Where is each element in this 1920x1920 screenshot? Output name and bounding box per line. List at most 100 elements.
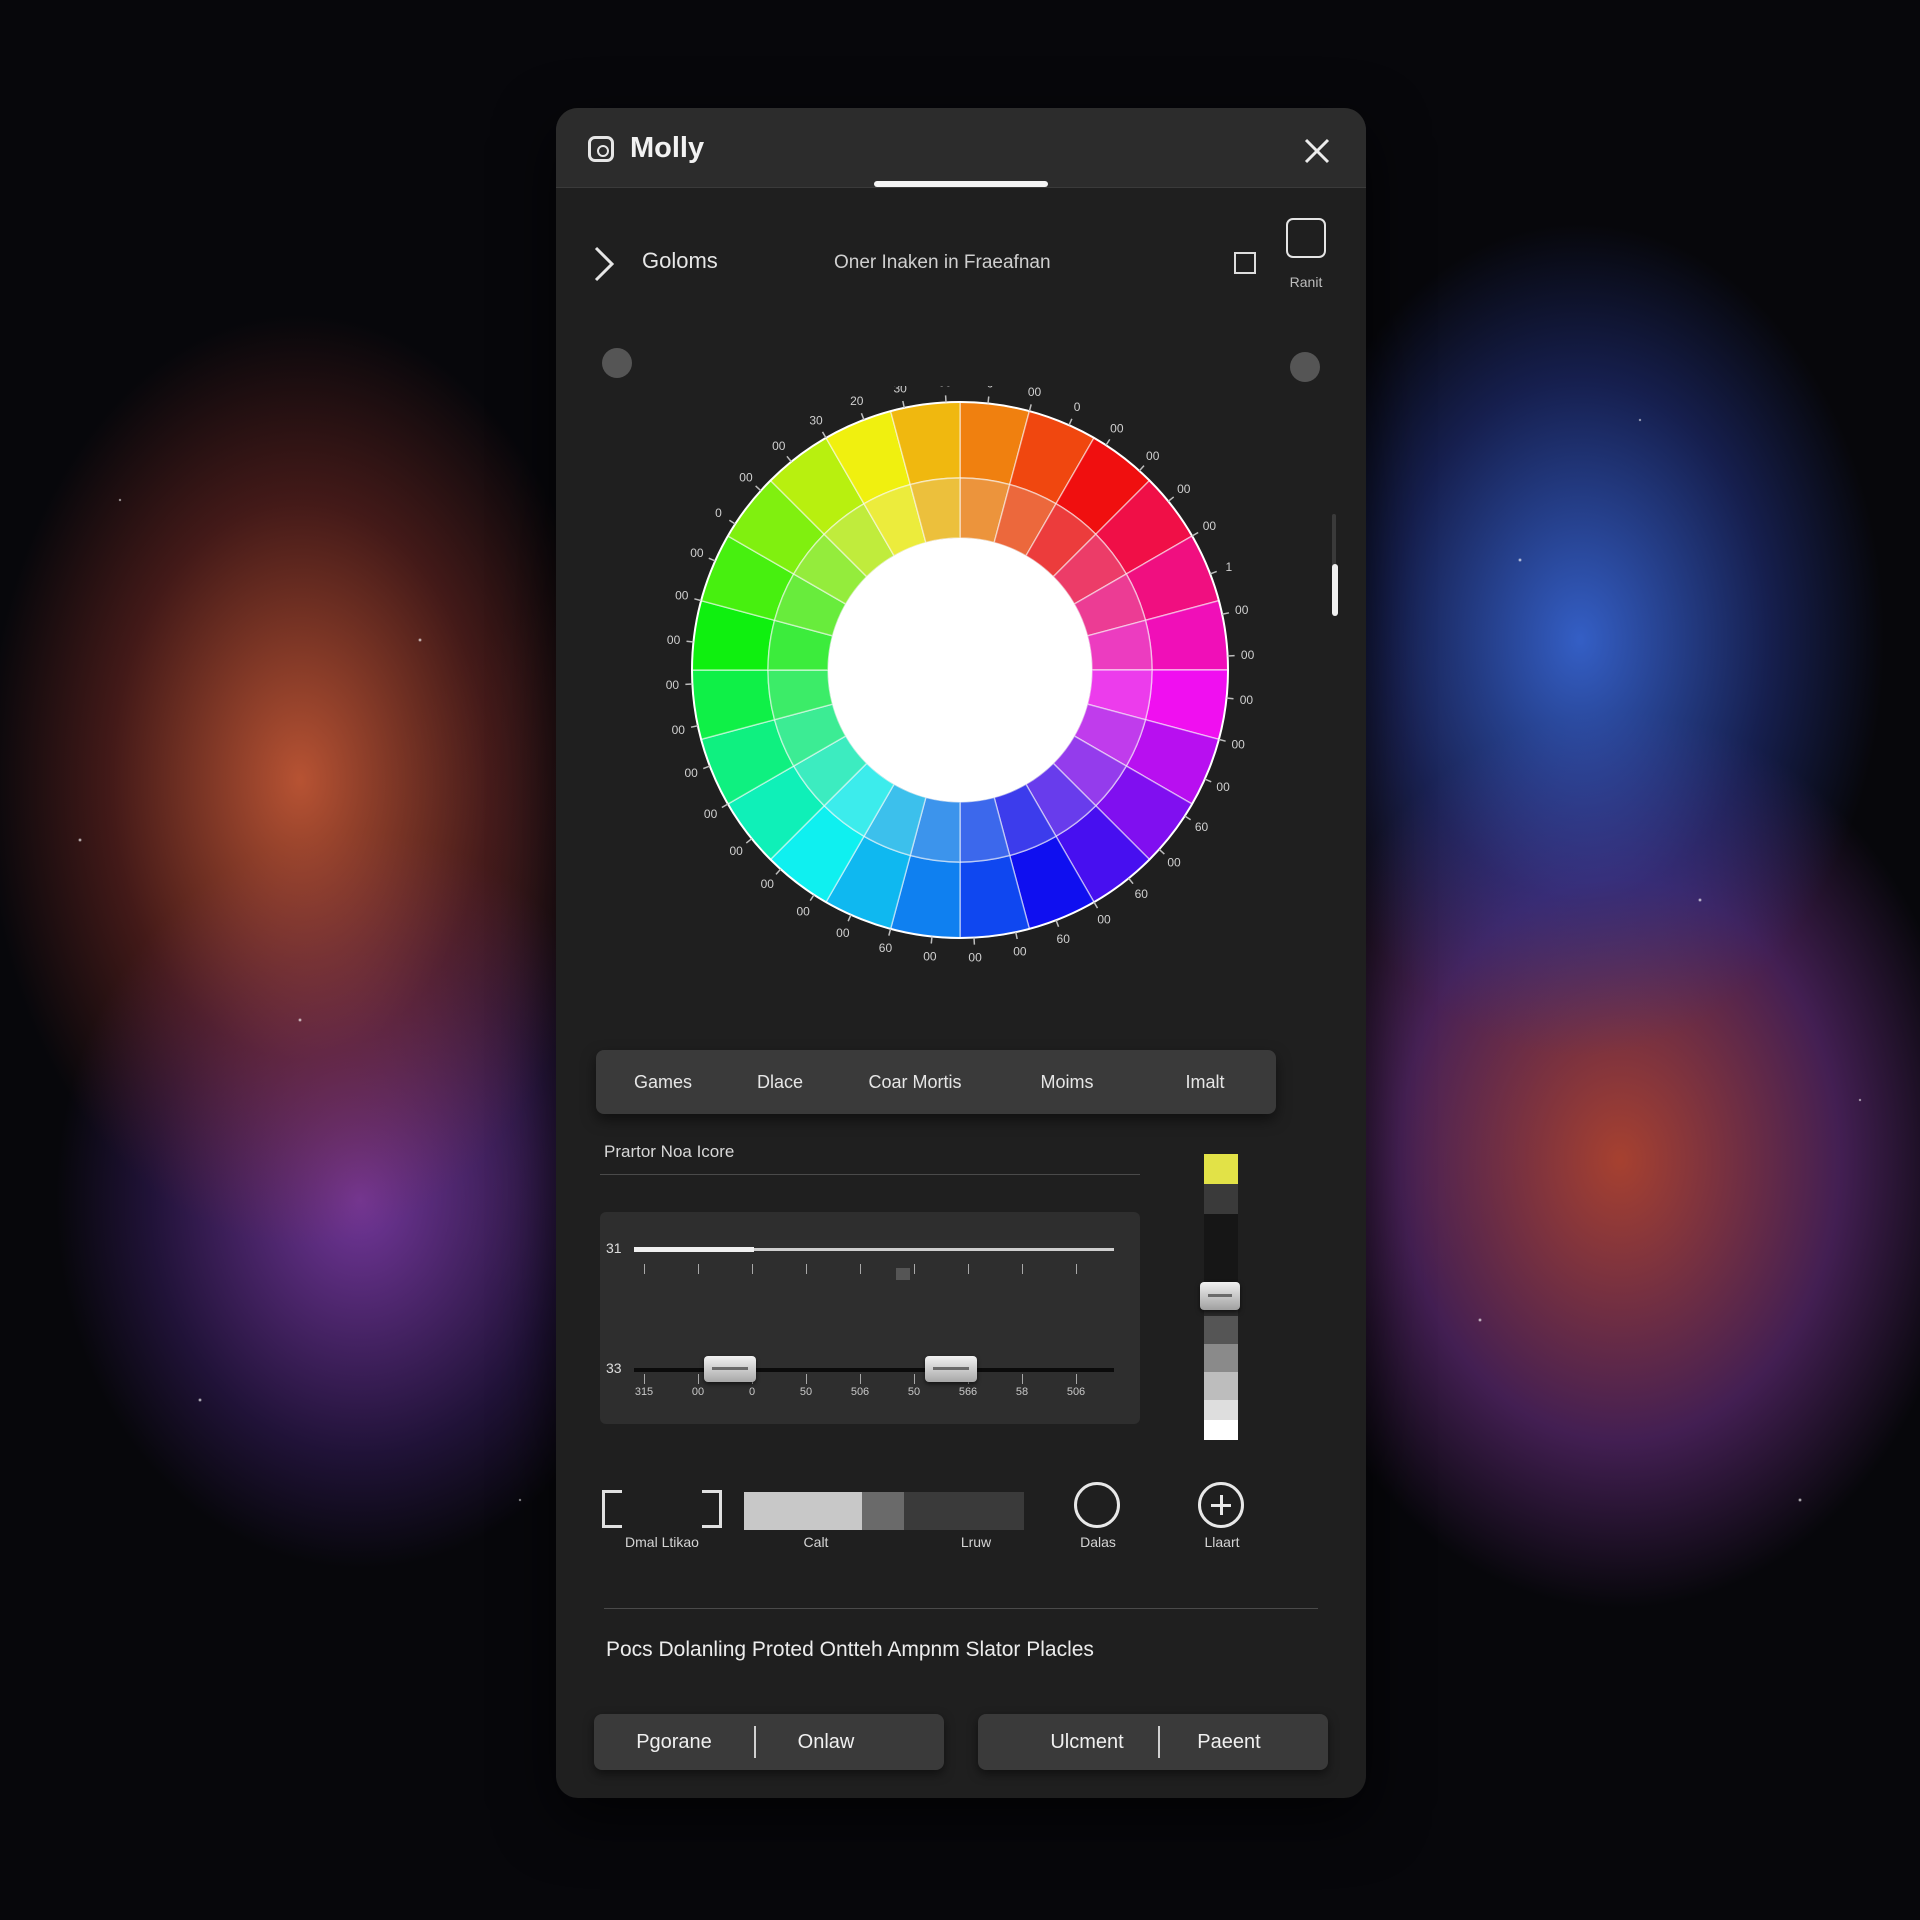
wheel-tick-label: 60 <box>1135 887 1149 901</box>
reset-label: Ranit <box>1289 274 1323 290</box>
wheel-tick-label: 00 <box>1167 856 1181 870</box>
wheel-tick-label: 30 <box>809 414 823 428</box>
row2-tick-label: 50 <box>799 1386 813 1398</box>
vertical-slider-knob[interactable] <box>1200 1282 1240 1310</box>
wheel-tick <box>745 838 753 844</box>
range-slider-knob-2[interactable] <box>924 1356 977 1382</box>
wheel-tick <box>888 928 892 936</box>
wheel-tick-label: 00 <box>1232 738 1246 752</box>
wheel-tick <box>690 724 699 728</box>
accent-swatch <box>1204 1154 1238 1184</box>
row2-tick-label: 0 <box>748 1386 756 1398</box>
left-bracket-icon[interactable] <box>602 1490 622 1528</box>
wheel-tick-label: 00 <box>1240 693 1254 707</box>
wheel-tick <box>1221 612 1230 616</box>
wheel-tick <box>1093 901 1099 909</box>
wheel-tick-label: 30 <box>893 386 907 395</box>
wheel-tick <box>1028 404 1032 412</box>
toggle-checkbox[interactable] <box>1234 252 1256 274</box>
row2-tick <box>1022 1374 1023 1384</box>
wheel-tick <box>728 519 736 525</box>
strip-segment <box>1204 1316 1238 1344</box>
row2-tick-label: 58 <box>1015 1386 1029 1398</box>
section-header-label[interactable]: Goloms <box>642 248 718 274</box>
tab-imalt[interactable]: Imalt <box>1134 1050 1276 1114</box>
bar-label-left: Calt <box>803 1534 829 1550</box>
footer-divider <box>604 1608 1318 1609</box>
wheel-tick <box>686 640 694 643</box>
scrollbar-thumb[interactable] <box>1332 564 1338 616</box>
wheel-tick-label: 00 <box>1028 386 1042 399</box>
wheel-tick <box>987 396 990 404</box>
row2-tick <box>914 1374 915 1384</box>
wheel-tick <box>902 400 906 409</box>
wheel-tick-label: 60 <box>879 941 893 955</box>
wheel-tick <box>809 894 815 902</box>
button-onlaw[interactable]: Onlaw <box>756 1714 896 1770</box>
wheel-tick <box>721 803 729 809</box>
wheel-tick <box>755 485 762 492</box>
plus-circle-icon[interactable] <box>1198 1482 1244 1528</box>
row2-label: 33 <box>606 1360 622 1376</box>
tab-coar-mortis[interactable]: Coar Mortis <box>830 1050 1000 1114</box>
row2-tick-label: 00 <box>691 1386 705 1398</box>
wheel-tick <box>1218 738 1226 742</box>
tone-gradient-bar[interactable] <box>744 1492 1024 1530</box>
row2-tick <box>860 1374 861 1384</box>
button-paeent[interactable]: Paeent <box>1160 1714 1298 1770</box>
header-subtitle: Oner Inaken in Fraeafnan <box>834 252 1051 273</box>
wheel-tick <box>821 431 827 439</box>
wheel-tick <box>1209 570 1218 575</box>
title-bar[interactable]: Molly <box>556 108 1366 188</box>
wheel-tick-label: 00 <box>1235 603 1249 617</box>
row2-tick-label: 506 <box>1066 1386 1086 1398</box>
chevron-right-icon[interactable] <box>592 244 616 284</box>
strip-segment <box>1204 1400 1238 1420</box>
row1-tick <box>1022 1264 1023 1274</box>
right-bracket-icon[interactable] <box>702 1490 722 1528</box>
wheel-tick-label: 00 <box>667 633 681 647</box>
row2-tick-label: 50 <box>907 1386 921 1398</box>
left-button-group: Pgorane Onlaw <box>594 1714 944 1770</box>
wheel-tick <box>1055 919 1060 928</box>
color-wheel[interactable]: 0000000000001000000000060006000600000006… <box>660 386 1260 1086</box>
button-pgorane[interactable]: Pgorane <box>594 1714 754 1770</box>
reset-button[interactable] <box>1286 218 1326 258</box>
row2-tick <box>1076 1374 1077 1384</box>
tab-games[interactable]: Games <box>596 1050 730 1114</box>
slider-panel: 31 33 315 00 0 50 506 50 566 58 506 <box>600 1212 1140 1424</box>
row1-tick <box>968 1264 969 1274</box>
wheel-tick-label: 00 <box>938 386 952 389</box>
wheel-tick-label: 60 <box>1057 932 1071 946</box>
wheel-tick <box>860 412 865 421</box>
strip-segment <box>1204 1420 1238 1440</box>
tab-moims[interactable]: Moims <box>1000 1050 1134 1114</box>
strip-segment <box>1204 1344 1238 1372</box>
footer-description: Pocs Dolanling Proted Ontteh Ampnm Slato… <box>606 1638 1094 1661</box>
drag-handle[interactable] <box>874 181 1048 187</box>
wheel-tick-label: 0 <box>715 506 722 520</box>
wheel-tick-label: 00 <box>761 877 775 891</box>
bar-label-right: Lruw <box>960 1534 992 1550</box>
row2-tick <box>644 1374 645 1384</box>
close-icon[interactable] <box>1298 132 1336 170</box>
row1-tick <box>1076 1264 1077 1274</box>
wheel-tick <box>1191 531 1199 537</box>
wheel-tick <box>1184 815 1192 821</box>
window-title: Molly <box>630 132 705 164</box>
wheel-tick <box>694 598 702 602</box>
row1-marker <box>896 1268 910 1280</box>
circle-toggle-button[interactable] <box>1074 1482 1120 1528</box>
range-slider-knob-1[interactable] <box>704 1356 756 1382</box>
strip-segment <box>1204 1184 1238 1214</box>
row2-tick-label: 315 <box>634 1386 654 1398</box>
wheel-center-preview <box>828 538 1092 802</box>
wheel-tick-label: 00 <box>675 588 689 602</box>
color-picker-window: Molly Goloms Oner Inaken in Fraeafnan Ra… <box>556 108 1366 1798</box>
tab-dlace[interactable]: Dlace <box>730 1050 830 1114</box>
right-button-group: Ulcment Paeent <box>978 1714 1328 1770</box>
wheel-tick <box>1204 778 1212 783</box>
wheel-tick-label: 00 <box>1241 648 1255 662</box>
wheel-tick <box>1158 848 1165 855</box>
wheel-tick <box>1105 438 1111 446</box>
